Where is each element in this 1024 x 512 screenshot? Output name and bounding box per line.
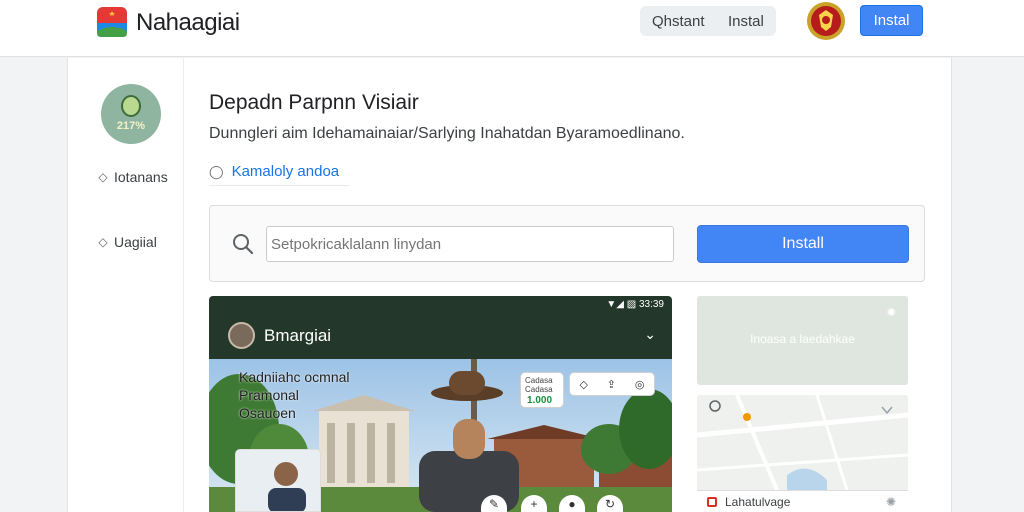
overlay-caption: Kadniiahc ocmnal Pramonal Osauoen [239,368,350,422]
search-icon [233,234,254,255]
map-footer-label: Lahatulvage [725,494,791,509]
search-panel: Install [209,205,925,282]
segment-instal[interactable]: Instal [718,13,764,30]
overlay-line: Kadniiahc ocmnal [239,369,350,385]
map-preview-top[interactable]: ✺ Inoasa a laedahkae [697,296,908,385]
sidebar-item-iotanans[interactable]: ◇ Iotanans [96,169,168,185]
leaf-icon [121,95,141,117]
tool-icons-card: ◇ ⇪ ◎ [569,372,655,396]
portrait-image [236,450,320,511]
sidebar-item-label: Iotanans [114,169,168,185]
link-row: ◯ Kamaloly andoa [209,158,349,186]
badge-small-text: Cadasa Cadasa [525,376,553,394]
sidebar-item-uagiial[interactable]: ◇ Uagiial [96,234,157,250]
phone-status-bar: ▼◢ ▨ 33:39 [606,299,664,310]
place-icon [707,496,717,507]
camera-icon[interactable]: ◎ [635,378,645,391]
page-description: Dunngleri aim Idehamainaiar/Sarlying Ina… [209,125,685,142]
top-bar: Nahaagiai Qhstant Instal Instal [0,0,1024,57]
avatar-badge-text: 217% [116,120,146,132]
badge-value: 1.000 [527,395,553,406]
search-input[interactable] [266,226,674,262]
sun-icon: ✺ [886,307,896,319]
map-label: Inoasa a laedahkae [750,332,855,346]
overlay-line: Pramonal [239,387,299,403]
map-image [697,395,908,491]
install-button[interactable]: Install [697,225,909,263]
diamond-icon[interactable]: ◇ [579,378,587,391]
diamond-icon: ◇ [98,170,108,184]
diamond-icon: ◇ [98,235,108,249]
header-install-button[interactable]: Instal [860,5,923,36]
map-footer: Lahatulvage ✺ [697,490,908,512]
kamaloly-link[interactable]: Kamaloly andoa [232,163,340,180]
app-avatar: 217% [101,84,161,144]
phone-title: Bmargiai [264,326,332,345]
flag-logo-icon[interactable] [96,5,128,39]
page-title: Depadn Parpnn Visiair [209,91,419,114]
sun-icon: ✺ [885,494,896,509]
chevron-down-icon[interactable]: ⌄ [644,326,656,343]
map-preview[interactable]: Lahatulvage ✺ [697,395,908,512]
segmented-control: Qhstant Instal [640,6,776,36]
sidebar: 217% ◇ Iotanans ◇ Uagiial [68,58,184,512]
emblem-badge-icon[interactable] [806,1,846,41]
circle-icon: ◯ [209,163,224,179]
phone-preview: ▼◢ ▨ 33:39 Bmargiai ⌄ Kadniiahc ocmnal P… [209,296,672,512]
main-card: 217% ◇ Iotanans ◇ Uagiial Depadn Parpnn … [67,58,952,512]
overlay-line: Osauoen [239,405,296,421]
sidebar-item-label: Uagiial [114,234,157,250]
status-badge-card[interactable]: Cadasa Cadasa 1.000 [520,372,564,408]
app-name: Nahaagiai [136,9,240,36]
phone-header: ▼◢ ▨ 33:39 Bmargiai ⌄ [209,296,672,359]
share-icon[interactable]: ⇪ [607,378,616,391]
video-thumbnail[interactable] [235,449,321,512]
phone-avatar [228,322,255,349]
segment-qhstant[interactable]: Qhstant [640,13,718,30]
